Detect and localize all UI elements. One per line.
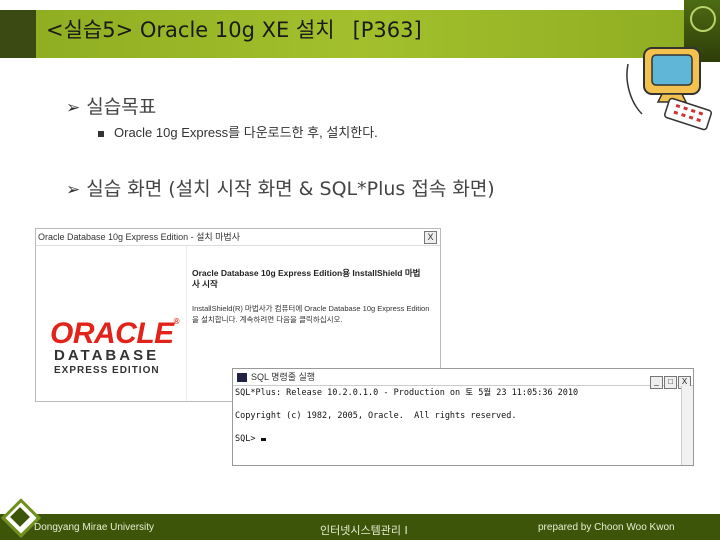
installer-title: Oracle Database 10g Express Edition - 설치…	[36, 229, 440, 246]
database-logo-text: DATABASE	[54, 347, 160, 364]
installer-close-button[interactable]: X	[424, 231, 437, 244]
oracle-logo-text: ORACLE	[50, 317, 174, 350]
slide-title-text: <실습5> Oracle 10g XE 설치	[46, 18, 335, 42]
console-line-copyright: Copyright (c) 1982, 2005, Oracle. All ri…	[235, 411, 517, 421]
sqlplus-scrollbar[interactable]	[681, 386, 693, 465]
goal-item-text: Oracle 10g Express를 다운로드한 후, 설치한다.	[114, 125, 378, 140]
bullet-goal: ➢ 실습목표	[66, 92, 156, 119]
oracle-logo: ORACLE®	[50, 317, 180, 350]
console-line-release: SQL*Plus: Release 10.2.0.1.0 - Productio…	[235, 388, 579, 398]
bullet-goal-item: Oracle 10g Express를 다운로드한 후, 설치한다.	[98, 122, 378, 141]
arrow-bullet-icon: ➢	[66, 98, 81, 118]
corner-logo-icon	[690, 6, 716, 32]
square-bullet-icon	[98, 130, 104, 137]
arrow-bullet-icon: ➢	[66, 180, 81, 200]
goal-heading: 실습목표	[86, 96, 157, 118]
title-left-accent	[0, 10, 36, 58]
installer-body: InstallShield(R) 마법사가 컴퓨터에 Oracle Databa…	[192, 304, 430, 324]
console-icon	[237, 373, 247, 383]
installer-heading: Oracle Database 10g Express Edition용 Ins…	[192, 268, 421, 289]
text-cursor	[260, 438, 266, 441]
computer-clipart-icon	[626, 47, 712, 131]
bullet-screen: ➢ 실습 화면 (설치 시작 화면 & SQL*Plus 접속 화면)	[66, 174, 495, 201]
footer-university: Dongyang Mirae University	[34, 522, 155, 533]
footer-course: 인터넷시스템관리 I	[320, 524, 408, 537]
footer-author: prepared by Choon Woo Kwon	[538, 522, 675, 533]
page-reference: [P363]	[352, 18, 422, 42]
sqlplus-title: SQL 명령줄 실행	[251, 372, 316, 382]
console-prompt: SQL>	[235, 434, 261, 444]
sqlplus-console[interactable]: SQL*Plus: Release 10.2.0.1.0 - Productio…	[235, 387, 681, 465]
screen-heading: 실습 화면 (설치 시작 화면 & SQL*Plus 접속 화면)	[86, 178, 495, 200]
edition-logo-text: EXPRESS EDITION	[54, 365, 160, 376]
sqlplus-window: SQL 명령줄 실행 _ □ X SQL*Plus: Release 10.2.0.…	[232, 368, 694, 466]
sqlplus-titlebar: SQL 명령줄 실행	[233, 369, 693, 386]
slide-title: <실습5> Oracle 10g XE 설치 [P363]	[46, 14, 422, 44]
